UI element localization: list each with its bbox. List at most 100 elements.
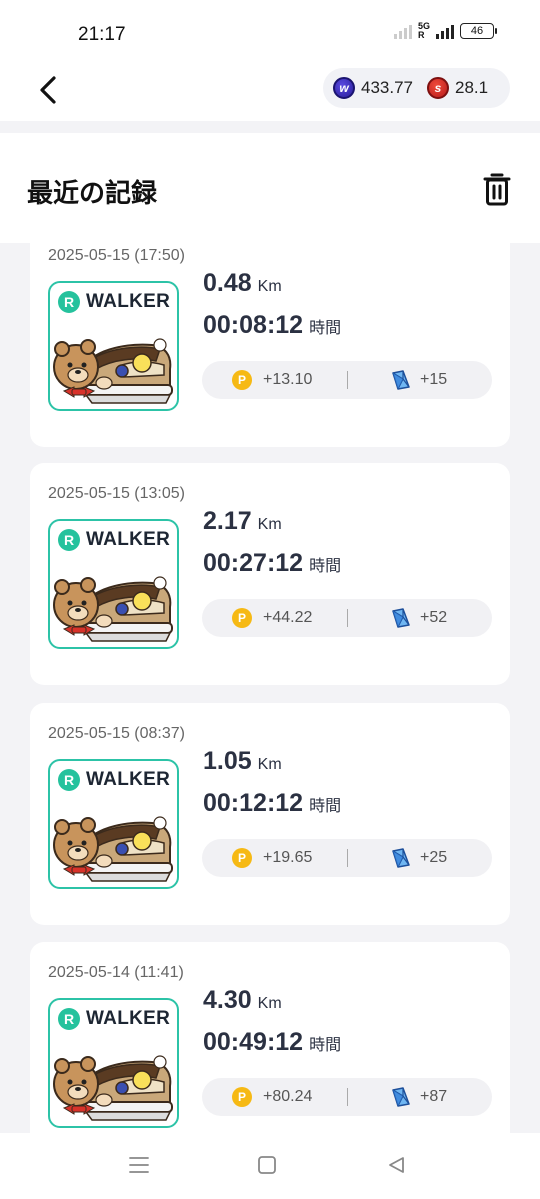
duration: 00:27:12 時間 bbox=[203, 549, 341, 578]
point-coin-icon: P bbox=[232, 370, 252, 390]
battery-level: 46 bbox=[470, 25, 484, 37]
record-date: 2025-05-15 (13:05) bbox=[48, 485, 185, 502]
chevron-left-icon bbox=[40, 76, 56, 104]
distance-value: 4.30 bbox=[203, 986, 252, 1014]
brand-r-icon: R bbox=[58, 291, 80, 313]
reward-divider bbox=[347, 1088, 348, 1106]
menu-lines-icon bbox=[129, 1157, 149, 1173]
bear-sneaker-image bbox=[53, 816, 173, 882]
distance-value: 0.48 bbox=[203, 269, 252, 297]
record-date: 2025-05-15 (08:37) bbox=[48, 725, 185, 742]
gems-earned: +15 bbox=[420, 371, 448, 388]
brand-name: WALKER bbox=[86, 529, 171, 550]
blue-gem-icon bbox=[392, 370, 410, 390]
brand-name: WALKER bbox=[86, 769, 171, 790]
top-bar: w 433.77 s 28.1 bbox=[0, 62, 540, 120]
brand-label: R WALKER bbox=[58, 769, 170, 791]
divider-band bbox=[0, 121, 540, 133]
square-icon bbox=[258, 1156, 276, 1174]
duration-unit: 時間 bbox=[309, 798, 342, 815]
brand-name: WALKER bbox=[86, 1008, 171, 1029]
bear-sneaker-image bbox=[53, 338, 173, 404]
network-type-icon: 5G R bbox=[417, 21, 430, 40]
point-coin-icon: P bbox=[232, 608, 252, 628]
brand-r-icon: R bbox=[58, 769, 80, 791]
distance: 4.30 Km bbox=[203, 986, 282, 1015]
brand-name: WALKER bbox=[86, 291, 171, 312]
distance-value: 2.17 bbox=[203, 507, 252, 535]
record-card[interactable]: 2025-05-15 (17:50) R WALKER 0.48 Km 00:0… bbox=[30, 243, 510, 447]
bear-sneaker-image bbox=[53, 1055, 173, 1121]
gems-earned: +25 bbox=[420, 849, 448, 866]
signal-sim2-icon bbox=[436, 23, 454, 39]
brand-r-icon: R bbox=[58, 529, 80, 551]
home-button[interactable] bbox=[257, 1155, 277, 1180]
points-earned: +44.22 bbox=[263, 609, 313, 626]
brand-label: R WALKER bbox=[58, 529, 170, 551]
record-date: 2025-05-14 (11:41) bbox=[48, 964, 184, 981]
duration-value: 00:08:12 bbox=[203, 311, 304, 339]
record-card[interactable]: 2025-05-15 (13:05) R WALKER 2.17 Km 00:2… bbox=[30, 463, 510, 685]
reward-pill: P +80.24 +87 bbox=[202, 1078, 492, 1116]
status-time: 21:17 bbox=[78, 24, 126, 45]
record-date: 2025-05-15 (17:50) bbox=[48, 247, 185, 264]
gems-earned: +87 bbox=[420, 1088, 448, 1105]
page-title: 最近の記録 bbox=[27, 178, 158, 208]
recents-button[interactable] bbox=[128, 1155, 150, 1180]
points-earned: +19.65 bbox=[263, 849, 313, 866]
status-bar: 21:17 5G R 46 bbox=[0, 0, 540, 62]
record-card[interactable]: 2025-05-15 (08:37) R WALKER 1.05 Km 00:1… bbox=[30, 703, 510, 925]
duration: 00:12:12 時間 bbox=[203, 789, 341, 818]
back-nav-button[interactable] bbox=[386, 1155, 406, 1180]
triangle-back-icon bbox=[389, 1157, 404, 1173]
duration: 00:49:12 時間 bbox=[203, 1028, 341, 1057]
distance-unit: Km bbox=[257, 995, 282, 1012]
distance: 2.17 Km bbox=[203, 507, 282, 536]
blue-gem-icon bbox=[392, 1087, 410, 1107]
delete-button[interactable] bbox=[482, 171, 512, 207]
trash-icon bbox=[483, 173, 511, 206]
records-list[interactable]: 2025-05-15 (17:50) R WALKER 0.48 Km 00:0… bbox=[0, 243, 540, 1133]
reward-divider bbox=[347, 371, 348, 389]
distance-unit: Km bbox=[257, 516, 282, 533]
s-balance: 28.1 bbox=[455, 78, 489, 97]
reward-pill: P +19.65 +25 bbox=[202, 839, 492, 877]
reward-pill: P +13.10 +15 bbox=[202, 361, 492, 399]
duration-unit: 時間 bbox=[309, 1037, 342, 1054]
record-card[interactable]: 2025-05-14 (11:41) R WALKER 4.30 Km 00:4… bbox=[30, 942, 510, 1133]
duration-unit: 時間 bbox=[309, 320, 342, 337]
signal-sim1-icon bbox=[393, 23, 412, 39]
point-coin-icon: P bbox=[232, 848, 252, 868]
points-earned: +80.24 bbox=[263, 1088, 313, 1105]
w-coin-icon: w bbox=[333, 77, 355, 99]
status-icons: 5G R 46 bbox=[393, 21, 497, 40]
sneaker-thumbnail: R WALKER bbox=[48, 519, 179, 649]
duration-value: 00:49:12 bbox=[203, 1028, 304, 1056]
section-header: 最近の記録 bbox=[0, 133, 540, 243]
brand-label: R WALKER bbox=[58, 1008, 170, 1030]
balance-pill[interactable]: w 433.77 s 28.1 bbox=[323, 68, 510, 108]
blue-gem-icon bbox=[392, 848, 410, 868]
distance: 1.05 Km bbox=[203, 747, 282, 776]
duration-value: 00:27:12 bbox=[203, 549, 304, 577]
w-balance: 433.77 bbox=[361, 78, 413, 97]
s-coin-icon: s bbox=[427, 77, 449, 99]
point-coin-icon: P bbox=[232, 1087, 252, 1107]
battery-icon: 46 bbox=[460, 23, 497, 39]
gems-earned: +52 bbox=[420, 609, 448, 626]
reward-divider bbox=[347, 609, 348, 627]
back-button[interactable] bbox=[32, 70, 68, 110]
duration: 00:08:12 時間 bbox=[203, 311, 341, 340]
distance-unit: Km bbox=[257, 756, 282, 773]
sneaker-thumbnail: R WALKER bbox=[48, 998, 179, 1128]
blue-gem-icon bbox=[392, 608, 410, 628]
distance-unit: Km bbox=[257, 278, 282, 295]
brand-r-icon: R bbox=[58, 1008, 80, 1030]
distance-value: 1.05 bbox=[203, 747, 252, 775]
reward-pill: P +44.22 +52 bbox=[202, 599, 492, 637]
duration-value: 00:12:12 bbox=[203, 789, 304, 817]
duration-unit: 時間 bbox=[309, 558, 342, 575]
brand-label: R WALKER bbox=[58, 291, 170, 313]
reward-divider bbox=[347, 849, 348, 867]
distance: 0.48 Km bbox=[203, 269, 282, 298]
